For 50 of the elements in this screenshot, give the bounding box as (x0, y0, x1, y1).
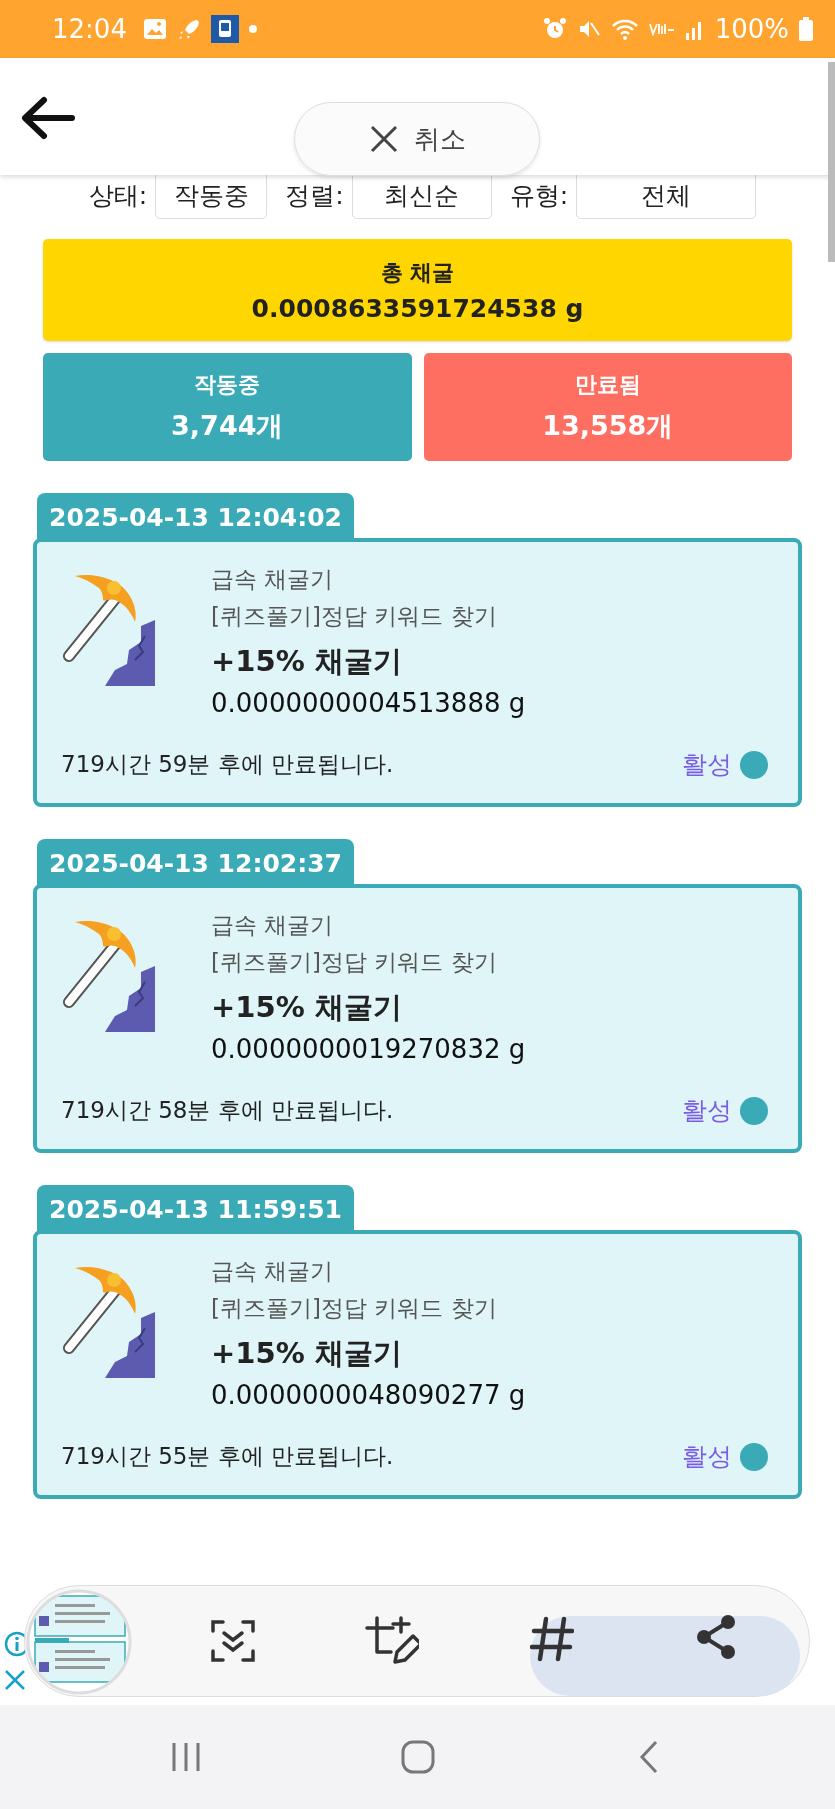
filter-dropdown[interactable]: 작동중 (155, 175, 268, 219)
miner-title: +15% 채굴기 (211, 1335, 403, 1372)
filter-dropdown[interactable]: 최신순 (351, 175, 492, 219)
volte-icon (648, 22, 675, 36)
back-arrow-icon[interactable] (20, 96, 76, 140)
rocket-icon (176, 18, 201, 40)
filter-label: 유형: (509, 179, 569, 212)
total-value: 0.0008633591724538 g (251, 293, 584, 323)
status-label: 활성 (682, 1095, 732, 1127)
close-icon[interactable] (4, 1669, 26, 1691)
miner-source: [퀴즈풀기]정답 키워드 찾기 (211, 948, 498, 977)
miner-type: 급속 채굴기 (211, 911, 335, 940)
expiry-text: 719시간 58분 후에 만료됩니다. (61, 1096, 395, 1125)
total-label: 총 채굴 (380, 258, 455, 287)
miner-amount: 0.0000000004513888 g (211, 688, 526, 718)
miner-source: [퀴즈풀기]정답 키워드 찾기 (211, 602, 498, 631)
expiry-text: 719시간 55분 후에 만료됩니다. (61, 1442, 395, 1471)
scroll-capture-icon[interactable] (210, 1619, 256, 1663)
count-label: 만료됨 (574, 371, 641, 399)
miner-amount: 0.0000000048090277 g (211, 1380, 526, 1410)
battery-icon (799, 17, 813, 41)
close-icon (368, 123, 400, 155)
miner-type: 급속 채굴기 (211, 565, 335, 594)
filter-label: 상태: (88, 179, 148, 212)
miner-amount: 0.0000000019270832 g (211, 1034, 526, 1064)
miner-title: +15% 채굴기 (211, 643, 403, 680)
hashtag-icon[interactable] (530, 1616, 574, 1662)
count-value: 3,744개 (171, 409, 284, 443)
share-icon[interactable] (695, 1614, 737, 1660)
count-label: 작동중 (194, 371, 261, 399)
screenshot-thumbnail[interactable] (25, 1588, 133, 1696)
miner-title: +15% 채굴기 (211, 989, 403, 1026)
miner-type: 급속 채굴기 (211, 1257, 335, 1286)
miner-source: [퀴즈풀기]정답 키워드 찾기 (211, 1294, 498, 1323)
count-value: 13,558개 (542, 409, 674, 443)
status-label: 활성 (682, 749, 732, 781)
filter-label: 정렬: (285, 179, 344, 212)
clock: 12:04 (52, 14, 127, 44)
expiry-text: 719시간 59분 후에 만료됩니다. (61, 750, 395, 779)
filter-dropdown[interactable]: 전체 (576, 175, 757, 219)
wifi-icon (610, 17, 639, 41)
image-icon (142, 18, 167, 40)
crop-edit-icon[interactable] (365, 1616, 419, 1666)
alarm-icon (542, 17, 567, 41)
app-icon (210, 15, 239, 43)
cancel-button[interactable]: 취소 (294, 102, 540, 176)
home-icon[interactable] (399, 1739, 436, 1775)
battery-level: 100% (714, 14, 789, 44)
dot-icon (248, 25, 257, 33)
status-label: 활성 (682, 1441, 732, 1473)
